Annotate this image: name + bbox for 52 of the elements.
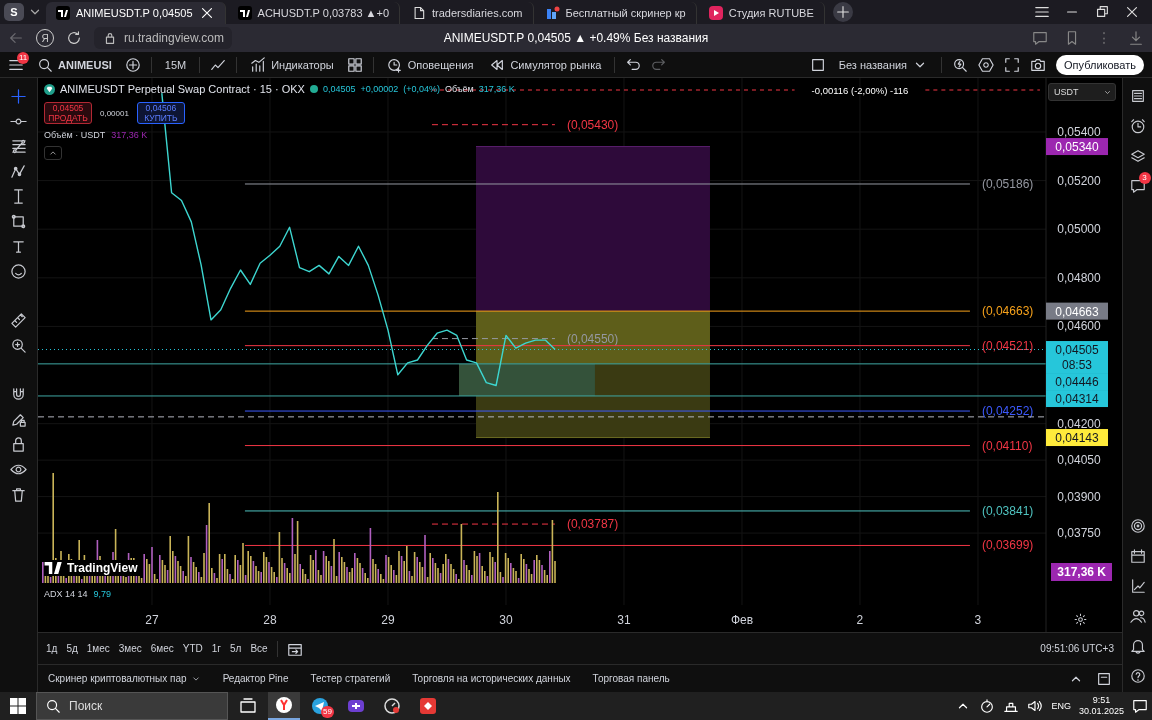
clock-time: 09:51:06 UTC+3	[1040, 643, 1114, 654]
price-axis-label: 0,03900	[1057, 489, 1101, 504]
price-axis-label: 0,03750	[1057, 526, 1101, 541]
clock-date: 30.01.2025	[1078, 706, 1124, 717]
volume-label: Объём	[445, 84, 474, 94]
last-price: 0,04505	[322, 84, 356, 94]
price-axis-label: 0,04200	[1057, 416, 1101, 431]
price-label: 0,04143	[1046, 429, 1108, 447]
price-label: 0,04505 08:53	[1046, 341, 1108, 374]
price-label: 0,05340	[1046, 138, 1108, 156]
change-percent: (+0,04%)	[403, 84, 441, 94]
level-label: (0,04550)	[566, 331, 619, 346]
level-label: (0,03699)	[981, 538, 1034, 553]
level-label: (0,04252)	[981, 404, 1034, 419]
price-axis-label: 0,04050	[1057, 453, 1101, 468]
price-label: 0,04663	[1046, 302, 1108, 320]
price-axis-label: 0,05400	[1057, 124, 1101, 139]
study-value: 9,79	[93, 589, 112, 599]
time-axis-label: 30	[499, 613, 513, 627]
price-label: 0,04314	[1046, 390, 1108, 408]
volume-value: 317,36 K	[478, 84, 515, 94]
page-title: ANIMEUSDT.P 0,04505 ▲ +0.49% Без названия	[443, 31, 709, 45]
notification-badge: 59	[321, 706, 334, 718]
chart-title: ANIMEUSDT Perpetual Swap Contract · 15 · OKX	[60, 83, 305, 95]
price-axis-label: 0,05000	[1057, 222, 1101, 237]
price-change: +0,00002	[360, 84, 399, 94]
study-title: ADX 14 14	[44, 589, 88, 599]
price-label: 0,04446	[1046, 373, 1108, 391]
level-label: (0,03841)	[981, 503, 1034, 518]
level-label: (0,05186)	[981, 177, 1034, 191]
level-label: (0,04663)	[981, 304, 1034, 319]
level-label: (0,04110)	[981, 438, 1033, 453]
level-label: (0,04521)	[981, 338, 1034, 353]
time-axis-label: 2	[856, 613, 864, 627]
level-label: (0,03787)	[566, 517, 619, 532]
measure-label: -0,00116 (-2,00%) -116	[811, 84, 909, 96]
time-axis-label: 29	[381, 613, 395, 627]
notification-badge: 3	[1138, 172, 1151, 184]
level-label: (0,05430)	[566, 117, 619, 132]
time-axis-label: 3	[974, 613, 982, 627]
time-axis-label: Фев	[730, 613, 754, 627]
price-axis-label: 0,04800	[1057, 270, 1101, 285]
volume-price-label: 317,36 K	[1051, 563, 1112, 581]
price-axis-label: 0,05200	[1057, 173, 1101, 188]
study-title: Объём · USDT	[44, 130, 106, 140]
clock-time: 9:51	[1092, 695, 1111, 706]
time-axis-label: 28	[263, 613, 277, 627]
time-axis-label: 31	[617, 613, 631, 627]
spread-value: 0,00001	[100, 108, 129, 118]
time-axis-label: 27	[145, 613, 159, 627]
study-value: 317,36 K	[111, 130, 148, 140]
price-axis-label: 0,04600	[1057, 319, 1101, 334]
